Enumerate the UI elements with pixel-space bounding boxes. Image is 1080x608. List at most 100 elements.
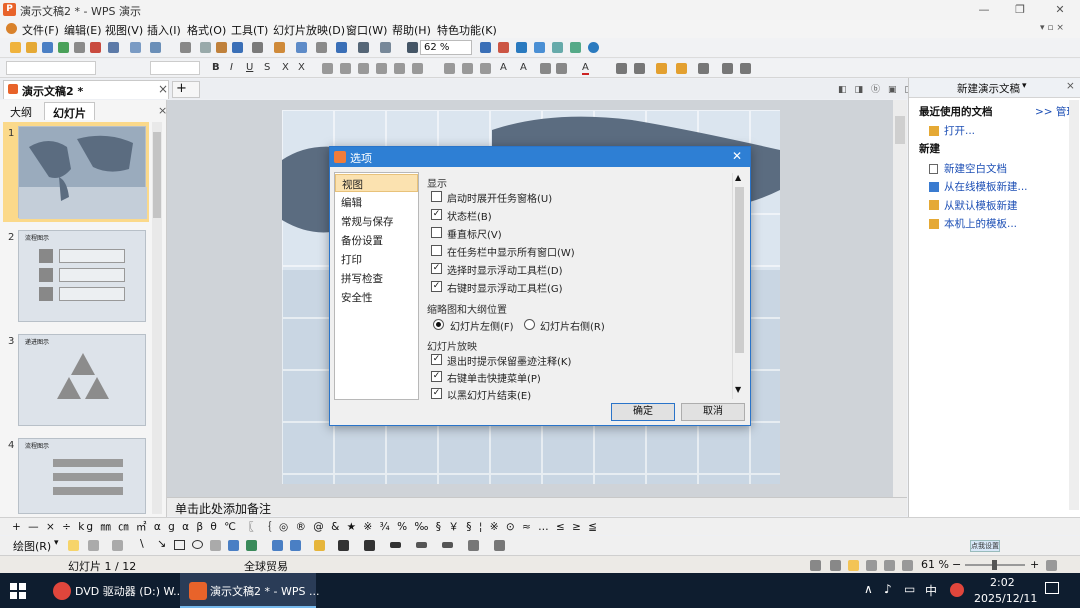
online-icon[interactable] — [534, 42, 545, 53]
symbol-list[interactable]: + — × ÷ kg ㎜ ㎝ ㎡ α g α β θ ℃ 〖 ｛ ◎ ® @ &… — [12, 519, 602, 534]
menu-view[interactable]: 视图(V) — [105, 22, 143, 38]
nav-print[interactable]: 打印 — [335, 250, 418, 268]
checkbox-status-bar[interactable]: ✓ — [431, 209, 442, 220]
menu-edit[interactable]: 编辑(E) — [64, 22, 102, 38]
text-direction-icon[interactable] — [540, 63, 551, 74]
fill-color-icon[interactable] — [314, 540, 325, 551]
template-icon[interactable] — [676, 63, 687, 74]
layout-icon[interactable] — [616, 63, 627, 74]
sorter-view-icon[interactable] — [866, 560, 877, 571]
autoshapes-icon[interactable] — [112, 540, 123, 551]
ok-button[interactable]: 确定 — [611, 403, 675, 421]
task-pane-scrollbar[interactable] — [1069, 100, 1079, 510]
mail-icon[interactable] — [498, 42, 509, 53]
settings-tip[interactable]: 点我设置 — [970, 540, 1000, 552]
save-as-icon[interactable] — [58, 42, 69, 53]
insert-table-icon[interactable] — [316, 42, 327, 53]
insert-chart-icon[interactable] — [296, 42, 307, 53]
free-rotate-icon[interactable] — [88, 540, 99, 551]
chevron-down-icon[interactable]: ▾ — [1022, 81, 1027, 91]
line-icon[interactable]: \ — [140, 537, 144, 550]
bold-button[interactable]: B — [212, 62, 220, 73]
save-icon[interactable] — [42, 42, 53, 53]
dialog-title-bar[interactable]: 选项 ✕ — [330, 147, 750, 167]
minimize-button[interactable]: — — [976, 2, 992, 18]
taskbar-app-wps[interactable]: 演示文稿2 * - WPS ... — [180, 573, 319, 608]
draw-menu[interactable]: 绘图(R) — [13, 538, 51, 554]
cut-icon[interactable] — [180, 42, 191, 53]
tab-outline[interactable]: 大纲 — [2, 102, 40, 120]
tray-app-icon[interactable] — [950, 583, 964, 597]
distribute-icon[interactable] — [394, 63, 405, 74]
nav-view[interactable]: 视图 — [335, 174, 418, 192]
nav-edit[interactable]: 编辑 — [335, 193, 418, 211]
numbering-icon[interactable] — [462, 63, 473, 74]
nav-spellcheck[interactable]: 拼写检查 — [335, 269, 418, 287]
reset-icon[interactable] — [810, 560, 821, 571]
strike-button[interactable]: S — [264, 62, 270, 73]
select-cursor-icon[interactable] — [68, 540, 79, 551]
slide-thumb-2[interactable]: 流程图示 — [18, 230, 146, 322]
checkbox-float-rightclick[interactable]: ✓ — [431, 281, 442, 292]
oval-icon[interactable] — [192, 540, 203, 549]
underline-button[interactable]: U — [246, 62, 253, 73]
menu-help[interactable]: 帮助(H) — [392, 22, 431, 38]
ime-indicator[interactable]: 中 — [925, 582, 937, 599]
more-icon[interactable] — [740, 63, 751, 74]
shadow-icon[interactable] — [556, 63, 567, 74]
canvas-scrollbar[interactable] — [893, 100, 907, 498]
shrink-font-button[interactable]: A — [520, 62, 527, 73]
checkbox-keep-ink[interactable]: ✓ — [431, 354, 442, 365]
picture-icon[interactable] — [290, 540, 301, 551]
network-icon[interactable]: ▭ — [904, 582, 915, 596]
dialog-close-icon[interactable]: ✕ — [732, 149, 742, 163]
clipart-icon[interactable] — [272, 540, 283, 551]
nav-general-save[interactable]: 常规与保存 — [335, 212, 418, 230]
new-slide-icon[interactable] — [358, 42, 369, 53]
reading-view-icon[interactable] — [884, 560, 895, 571]
tab-slides[interactable]: 幻灯片 — [44, 102, 95, 120]
arrow-style-icon[interactable] — [442, 542, 453, 548]
slide-thumb-1[interactable] — [18, 126, 147, 219]
dash-style-icon[interactable] — [416, 542, 427, 548]
radio-slide-right[interactable] — [524, 319, 535, 330]
bullets-icon[interactable] — [444, 63, 455, 74]
close-window-button[interactable]: ✕ — [1052, 2, 1068, 18]
design-icon[interactable] — [656, 63, 667, 74]
grid-icon[interactable] — [380, 42, 391, 53]
nav-backup[interactable]: 备份设置 — [335, 231, 418, 249]
menu-file[interactable]: 文件(F) — [22, 22, 59, 38]
redo-icon[interactable] — [274, 42, 285, 53]
justify-icon[interactable] — [376, 63, 387, 74]
grow-font-button[interactable]: A — [500, 62, 507, 73]
rectangle-icon[interactable] — [174, 540, 185, 550]
mdi-controls[interactable]: ▾ ▫ × — [1040, 23, 1064, 33]
line-spacing-icon[interactable] — [412, 63, 423, 74]
tray-up-icon[interactable]: ∧ — [864, 582, 873, 596]
font-color-button[interactable]: A — [582, 62, 589, 75]
checkbox-taskbar-windows[interactable] — [431, 245, 442, 256]
normal-view-icon[interactable] — [848, 560, 859, 571]
line-style-icon[interactable] — [390, 542, 401, 548]
permission-icon[interactable] — [74, 42, 85, 53]
backup-icon[interactable] — [570, 42, 581, 53]
canvas-scroll-thumb[interactable] — [895, 116, 905, 144]
restore-button[interactable]: ❐ — [1012, 2, 1028, 18]
checkbox-end-black[interactable]: ✓ — [431, 388, 442, 399]
options-scrollbar[interactable]: ▲ ▼ — [732, 173, 746, 399]
table-icon[interactable] — [722, 63, 733, 74]
slides-scrollbar[interactable] — [152, 122, 162, 514]
checkbox-rightclick-menu[interactable]: ✓ — [431, 371, 442, 382]
taskbar-app-dvd[interactable]: DVD 驱动器 (D:) W... — [45, 573, 184, 608]
checkbox-expand-taskpane[interactable] — [431, 191, 442, 202]
indent-icon[interactable] — [480, 63, 491, 74]
scroll-thumb[interactable] — [153, 132, 161, 218]
print-preview-icon[interactable] — [130, 42, 141, 53]
help-icon[interactable] — [588, 42, 599, 53]
animation-icon[interactable] — [634, 63, 645, 74]
checkbox-vertical-ruler[interactable] — [431, 227, 442, 238]
open-link[interactable]: 打开... — [944, 123, 975, 138]
arrow-icon[interactable]: ↘ — [157, 537, 166, 550]
zoom-in-icon[interactable]: + — [1030, 558, 1039, 571]
3d-style-icon[interactable] — [494, 540, 505, 551]
